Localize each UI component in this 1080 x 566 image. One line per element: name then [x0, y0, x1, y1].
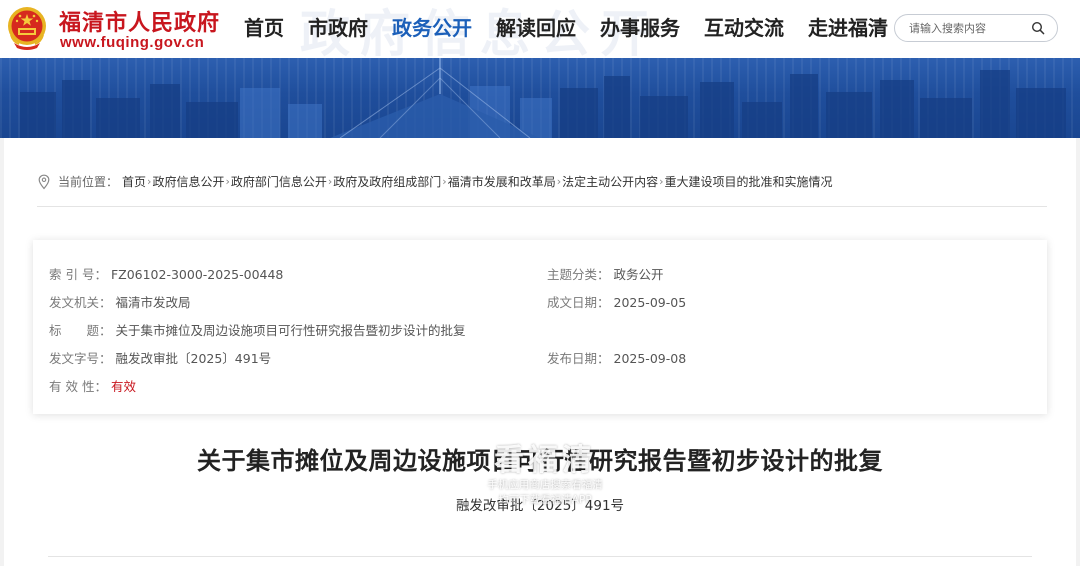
search-box — [894, 14, 1058, 42]
meta-published-value: 2025-09-08 — [613, 351, 687, 366]
breadcrumb-divider — [37, 206, 1047, 207]
meta-issuer-label: 发文机关： — [49, 295, 112, 310]
document-title: 关于集市摊位及周边设施项目可行性研究报告暨初步设计的批复 — [197, 447, 883, 475]
site-header: 政府信息公开 福清市人民政府 www.fuqing.gov.cn 首页 市政府 … — [0, 0, 1080, 58]
meta-issuer: 发文机关： 福清市发改局 — [49, 292, 191, 311]
nav-government-affairs[interactable]: 政务公开 — [380, 10, 484, 46]
meta-document-number: 发文字号： 融发改审批〔2025〕491号 — [49, 348, 271, 367]
meta-published-date: 发布日期： 2025-09-08 — [547, 348, 686, 367]
meta-created-value: 2025-09-05 — [613, 295, 687, 310]
meta-docno-value: 融发改审批〔2025〕491号 — [115, 351, 272, 366]
meta-index-number: 索 引 号： FZ06102-3000-2025-00448 — [49, 264, 283, 283]
nav-city-government[interactable]: 市政府 — [296, 10, 380, 46]
meta-title: 标 题： 关于集市摊位及周边设施项目可行性研究报告暨初步设计的批复 — [49, 320, 466, 339]
meta-issuer-value: 福清市发改局 — [115, 295, 191, 310]
breadcrumb: 当前位置： 首页 › 政府信息公开 › 政府部门信息公开 › 政府及政府组成部门… — [37, 173, 833, 190]
meta-docno-label: 发文字号： — [49, 351, 112, 366]
nav-home[interactable]: 首页 — [232, 10, 296, 46]
breadcrumb-prefix: 当前位置： — [58, 175, 119, 189]
breadcrumb-department-disclosure[interactable]: 政府部门信息公开 — [231, 173, 327, 190]
meta-topic: 主题分类： 政务公开 — [547, 264, 664, 283]
breadcrumb-separator: › — [556, 175, 562, 188]
document-divider — [48, 556, 1032, 557]
meta-validity-value: 有效 — [110, 379, 136, 394]
meta-validity: 有 效 性： 有效 — [49, 376, 136, 395]
meta-topic-value: 政务公开 — [613, 267, 664, 282]
breadcrumb-home[interactable]: 首页 — [122, 173, 146, 190]
breadcrumb-separator: › — [147, 175, 152, 188]
breadcrumb-major-projects[interactable]: 重大建设项目的批准和实施情况 — [665, 173, 833, 190]
meta-created-label: 成文日期： — [547, 295, 610, 310]
meta-index-value: FZ06102-3000-2025-00448 — [110, 267, 284, 282]
search-icon[interactable] — [1031, 21, 1045, 35]
breadcrumb-separator: › — [442, 175, 447, 188]
breadcrumb-statutory-disclosure[interactable]: 法定主动公开内容 — [562, 173, 658, 190]
search-input[interactable] — [909, 15, 1029, 41]
meta-title-label: 标 题： — [49, 323, 112, 338]
site-name[interactable]: 福清市人民政府 — [59, 5, 220, 37]
main-nav: 首页 市政府 政务公开 解读回应 办事服务 互动交流 走进福清 — [232, 10, 900, 46]
meta-created-date: 成文日期： 2025-09-05 — [547, 292, 686, 311]
nav-interpretation[interactable]: 解读回应 — [484, 10, 588, 46]
document-number: 融发改审批〔2025〕491号 — [455, 498, 625, 514]
nav-about-fuqing[interactable]: 走进福清 — [796, 10, 900, 46]
meta-title-value: 关于集市摊位及周边设施项目可行性研究报告暨初步设计的批复 — [115, 323, 466, 338]
nav-services[interactable]: 办事服务 — [588, 10, 692, 46]
header-banner — [0, 58, 1080, 138]
site-url: www.fuqing.gov.cn — [60, 34, 205, 51]
nav-interaction[interactable]: 互动交流 — [692, 10, 796, 46]
article-container: 当前位置： 首页 › 政府信息公开 › 政府部门信息公开 › 政府及政府组成部门… — [4, 138, 1076, 566]
meta-index-label: 索 引 号： — [49, 267, 107, 282]
breadcrumb-government-departments[interactable]: 政府及政府组成部门 — [333, 173, 441, 190]
city-skyline-image — [20, 58, 1066, 138]
breadcrumb-separator: › — [659, 175, 664, 188]
breadcrumb-separator: › — [327, 175, 333, 188]
meta-topic-label: 主题分类： — [547, 267, 610, 282]
meta-validity-label: 有 效 性： — [49, 379, 107, 394]
breadcrumb-gov-info-disclosure[interactable]: 政府信息公开 — [152, 173, 224, 190]
location-pin-icon — [38, 174, 50, 189]
meta-published-label: 发布日期： — [547, 351, 610, 366]
national-emblem-icon[interactable] — [6, 5, 48, 51]
breadcrumb-development-reform-bureau[interactable]: 福清市发展和改革局 — [448, 173, 556, 190]
breadcrumb-separator: › — [225, 175, 230, 188]
document-metadata-card: 索 引 号： FZ06102-3000-2025-00448 主题分类： 政务公… — [33, 240, 1047, 414]
